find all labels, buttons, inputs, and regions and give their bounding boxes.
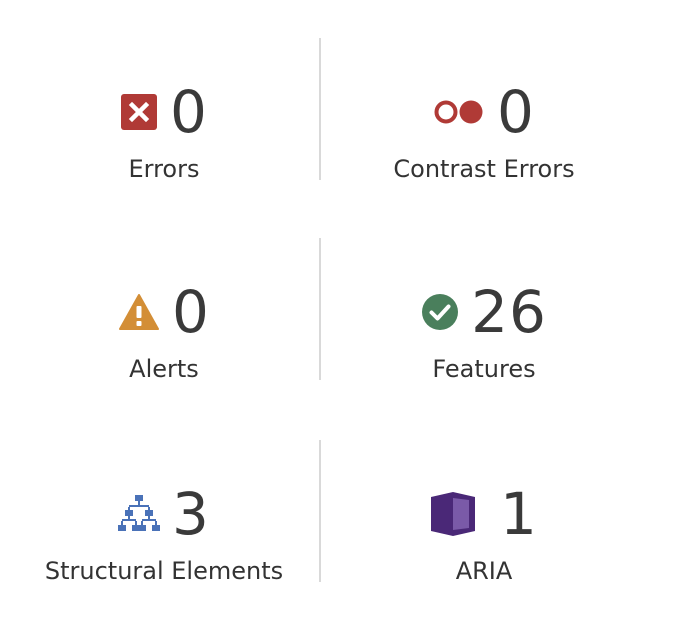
checkmark-circle-icon (421, 293, 459, 331)
summary-item-errors[interactable]: 0 Errors (4, 80, 324, 220)
features-label: Features (432, 355, 536, 383)
error-x-icon (120, 93, 158, 131)
hierarchy-tree-icon (118, 494, 161, 534)
summary-item-contrast-errors[interactable]: 0 Contrast Errors (324, 80, 644, 220)
aria-count: 1 (500, 480, 538, 548)
features-count: 26 (471, 278, 547, 346)
contrast-errors-label: Contrast Errors (393, 155, 575, 183)
errors-label: Errors (128, 155, 200, 183)
contrast-circles-icon (433, 98, 485, 126)
summary-item-aria[interactable]: 1 ARIA (324, 482, 644, 622)
aria-box-icon (430, 491, 476, 537)
alert-triangle-icon (118, 293, 160, 331)
errors-count: 0 (170, 78, 208, 146)
summary-item-structural-elements[interactable]: 3 Structural Elements (4, 482, 324, 622)
structural-elements-label: Structural Elements (44, 557, 284, 585)
alerts-count: 0 (172, 278, 210, 346)
structural-elements-count: 3 (172, 480, 210, 548)
wave-summary-panel: 0 Errors 0 Contrast Errors 0 Alerts 26 F… (0, 0, 692, 626)
summary-item-alerts[interactable]: 0 Alerts (4, 280, 324, 420)
contrast-errors-count: 0 (497, 78, 535, 146)
summary-item-features[interactable]: 26 Features (324, 280, 644, 420)
aria-label: ARIA (455, 557, 513, 585)
alerts-label: Alerts (129, 355, 199, 383)
